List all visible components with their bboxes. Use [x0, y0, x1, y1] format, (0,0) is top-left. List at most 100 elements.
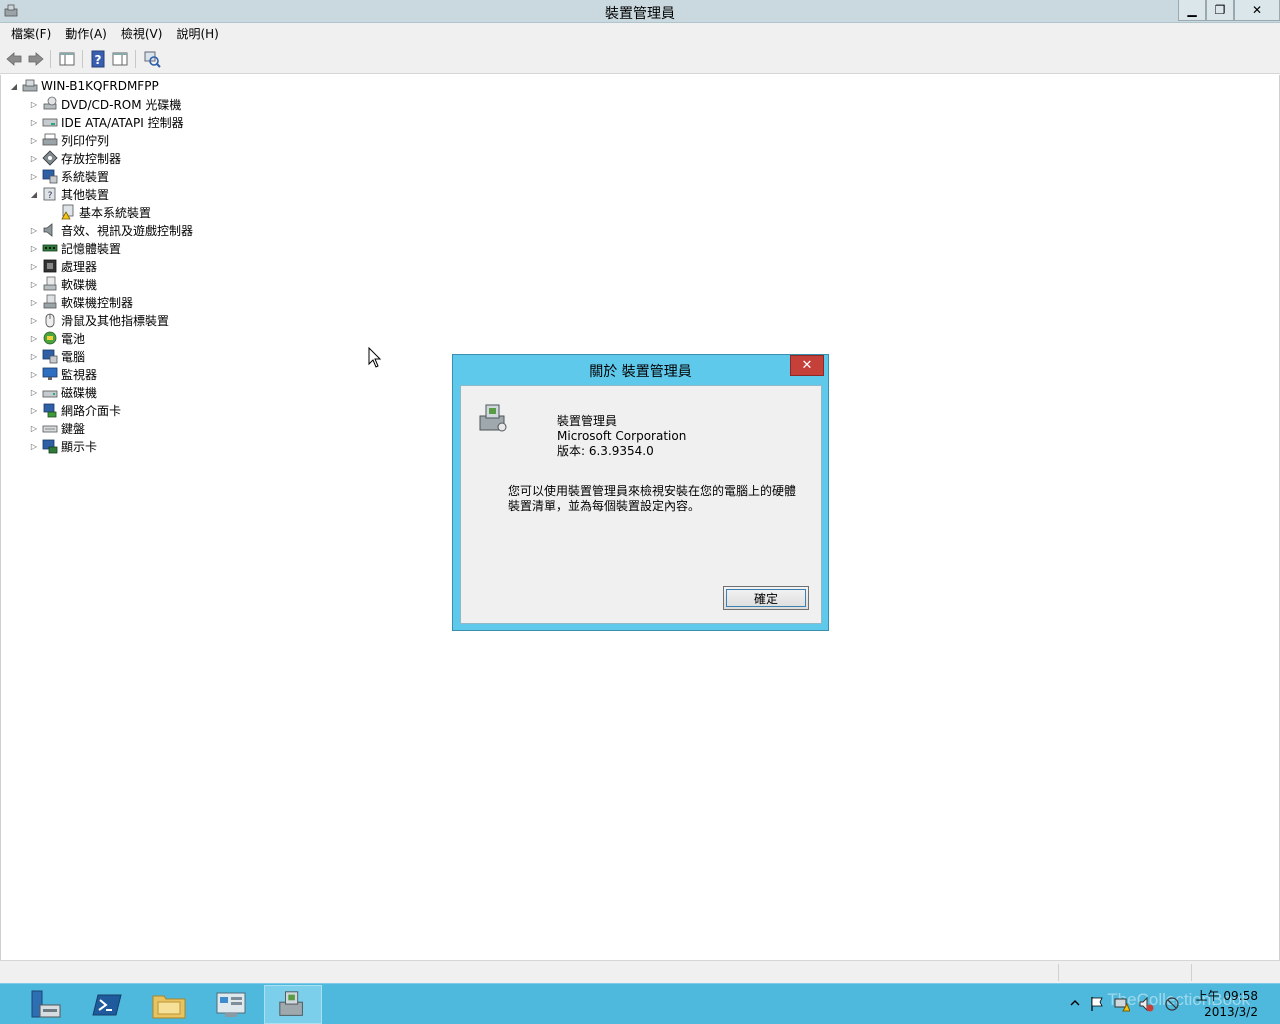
back-icon[interactable] [5, 50, 23, 68]
network-warning-icon[interactable] [1114, 996, 1130, 1012]
expand-arrow-icon[interactable]: ▷ [29, 117, 39, 127]
tree-item-label: 網路介面卡 [61, 403, 122, 418]
expand-arrow-icon[interactable]: ▷ [29, 225, 39, 235]
expand-arrow-icon [47, 207, 57, 217]
taskbar-server-manager[interactable] [16, 985, 74, 1024]
expand-arrow-icon[interactable]: ▷ [29, 135, 39, 145]
expand-arrow-icon[interactable]: ▷ [29, 315, 39, 325]
help-icon[interactable]: ? [89, 50, 107, 68]
tree-item[interactable]: ▷ 音效、視訊及遊戲控制器 [29, 221, 193, 239]
show-hidden-icons-icon[interactable] [1070, 998, 1080, 1008]
restore-button[interactable]: ❐ [1206, 0, 1234, 21]
expand-arrow-icon[interactable]: ▷ [29, 369, 39, 379]
expand-arrow-icon[interactable]: ▷ [29, 297, 39, 307]
action-center-flag-icon[interactable] [1090, 996, 1104, 1012]
properties-pane-icon[interactable] [111, 50, 129, 68]
tree-item[interactable]: 基本系統裝置 [47, 203, 151, 221]
tree-item[interactable]: ▷ 軟碟機控制器 [29, 293, 133, 311]
keyboard-icon [42, 425, 58, 433]
tree-item[interactable]: ▷ 監視器 [29, 365, 97, 383]
svg-text:?: ? [48, 191, 53, 201]
close-button[interactable]: ✕ [1234, 0, 1280, 21]
mouse-cursor-icon [368, 347, 382, 368]
other-device-icon: ? [43, 187, 56, 201]
scan-hardware-icon[interactable] [143, 50, 161, 68]
toolbar: ? [0, 44, 1280, 74]
minimize-button[interactable]: ▁ [1178, 0, 1206, 21]
tree-item[interactable]: ▷ 系統裝置 [29, 167, 109, 185]
tree-item[interactable]: ▷ 記憶體裝置 [29, 239, 121, 257]
taskbar: TheCollectionBook 上午 09:58 2013/3/2 [0, 983, 1280, 1024]
toolbar-separator [50, 50, 51, 68]
collapse-arrow-icon[interactable]: ◢ [29, 189, 39, 199]
expand-arrow-icon[interactable]: ▷ [29, 171, 39, 181]
display-adapter-icon [42, 439, 58, 454]
taskbar-powershell[interactable] [78, 985, 136, 1024]
menu-bar: 檔案(F) 動作(A) 檢視(V) 說明(H) [0, 23, 1280, 44]
tree-item-label: 磁碟機 [61, 385, 98, 400]
tree-item[interactable]: ▷ 網路介面卡 [29, 401, 121, 419]
tree-root[interactable]: ◢ WIN-B1KQFRDMFPP [9, 77, 159, 95]
disconnected-icon[interactable] [1164, 996, 1180, 1012]
expand-arrow-icon[interactable]: ▷ [29, 243, 39, 253]
clock[interactable]: 上午 09:58 2013/3/2 [1196, 988, 1258, 1020]
expand-arrow-icon[interactable]: ▷ [29, 333, 39, 343]
device-manager-large-icon [479, 404, 507, 432]
dialog-close-button[interactable]: ✕ [790, 355, 824, 376]
tree-item[interactable]: ▷ 磁碟機 [29, 383, 97, 401]
tree-item[interactable]: ▷ IDE ATA/ATAPI 控制器 [29, 113, 184, 131]
tree-item[interactable]: ▷ 處理器 [29, 257, 97, 275]
tree-item[interactable]: ▷ 鍵盤 [29, 419, 85, 437]
title-bar: 裝置管理員 ▁ ❐ ✕ [0, 0, 1280, 23]
tree-item-label: 存放控制器 [61, 151, 122, 166]
expand-arrow-icon[interactable]: ▷ [29, 279, 39, 289]
memory-icon [42, 244, 58, 252]
menu-view[interactable]: 檢視(V) [114, 25, 170, 42]
tree-item[interactable]: ▷ 列印佇列 [29, 131, 109, 149]
show-hide-console-tree-icon[interactable] [58, 50, 76, 68]
ok-button[interactable]: 確定 [723, 586, 809, 610]
tree-item-label: 記憶體裝置 [61, 241, 122, 256]
tree-item[interactable]: ▷ 軟碟機 [29, 275, 97, 293]
expand-arrow-icon[interactable]: ▷ [29, 441, 39, 451]
system-device-icon [42, 169, 58, 184]
expand-arrow-icon[interactable]: ▷ [29, 387, 39, 397]
tree-item[interactable]: ▷ 存放控制器 [29, 149, 121, 167]
forward-icon[interactable] [27, 50, 45, 68]
window-controls: ▁ ❐ ✕ [1178, 0, 1280, 21]
svg-text:?: ? [95, 53, 102, 67]
speaker-icon [43, 223, 53, 237]
tree-item[interactable]: ▷ 電池 [29, 329, 85, 347]
dialog-body: 裝置管理員 Microsoft Corporation 版本: 6.3.9354… [460, 385, 822, 624]
printer-icon [42, 133, 58, 146]
taskbar-control-panel[interactable] [202, 985, 260, 1024]
product-info: 裝置管理員 Microsoft Corporation 版本: 6.3.9354… [557, 414, 686, 459]
menu-file[interactable]: 檔案(F) [4, 25, 58, 42]
version-text: 版本: 6.3.9354.0 [557, 444, 654, 458]
taskbar-file-explorer[interactable] [140, 985, 198, 1024]
tree-item[interactable]: ▷ DVD/CD-ROM 光碟機 [29, 95, 181, 113]
tree-item[interactable]: ▷ 滑鼠及其他指標裝置 [29, 311, 169, 329]
collapse-arrow-icon[interactable]: ◢ [9, 81, 19, 91]
taskbar-device-manager[interactable] [264, 985, 322, 1024]
expand-arrow-icon[interactable]: ▷ [29, 405, 39, 415]
tree-item-label: 監視器 [61, 367, 98, 382]
expand-arrow-icon[interactable]: ▷ [29, 153, 39, 163]
tree-item[interactable]: ◢? 其他裝置 [29, 185, 109, 203]
expand-arrow-icon[interactable]: ▷ [29, 351, 39, 361]
monitor-icon [42, 367, 58, 380]
toolbar-separator [135, 50, 136, 68]
tree-item[interactable]: ▷ 顯示卡 [29, 437, 97, 455]
menu-action[interactable]: 動作(A) [58, 25, 114, 42]
tree-item-label: IDE ATA/ATAPI 控制器 [61, 115, 184, 130]
expand-arrow-icon[interactable]: ▷ [29, 99, 39, 109]
dialog-title: 關於 裝置管理員 [589, 364, 692, 380]
tree-item-label: 顯示卡 [61, 439, 98, 454]
volume-muted-icon[interactable] [1138, 996, 1154, 1012]
tree-item[interactable]: ▷ 電腦 [29, 347, 85, 365]
tree-root-label: WIN-B1KQFRDMFPP [41, 79, 159, 93]
menu-help[interactable]: 說明(H) [169, 25, 225, 42]
tree-item-label: 系統裝置 [61, 169, 110, 184]
expand-arrow-icon[interactable]: ▷ [29, 423, 39, 433]
expand-arrow-icon[interactable]: ▷ [29, 261, 39, 271]
